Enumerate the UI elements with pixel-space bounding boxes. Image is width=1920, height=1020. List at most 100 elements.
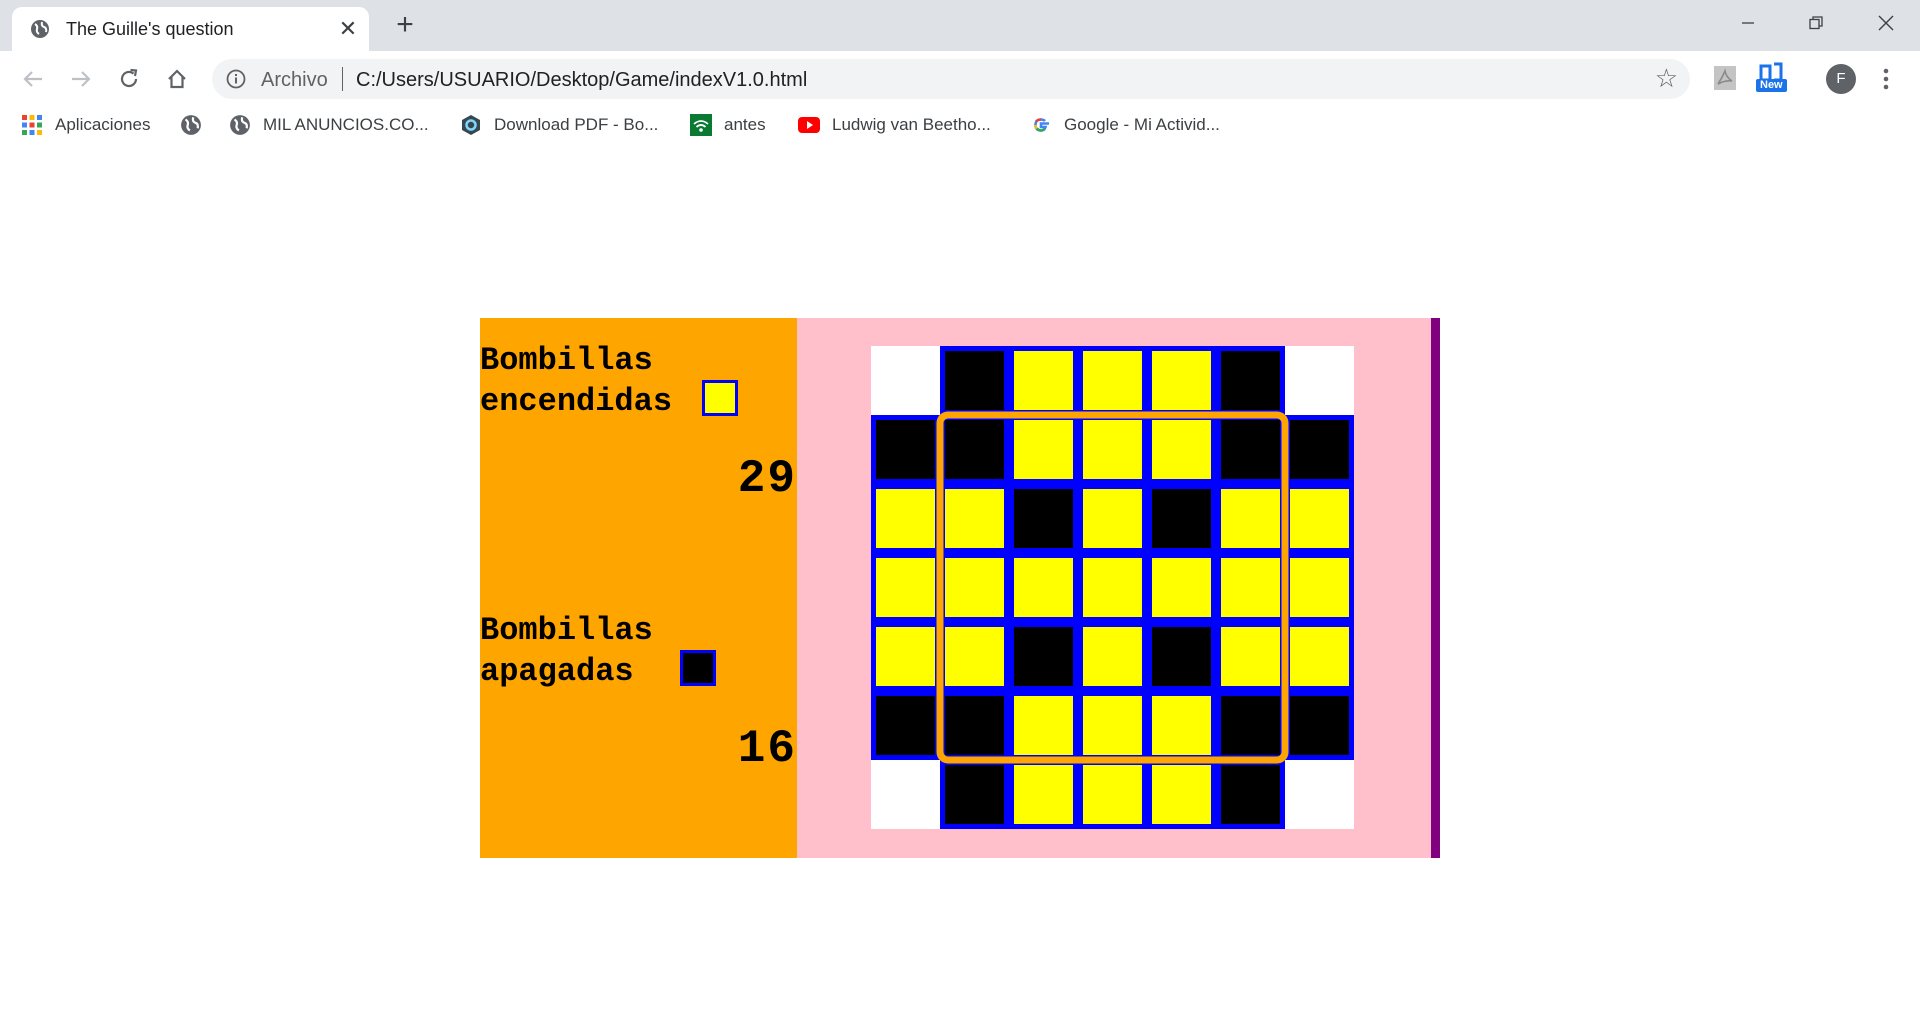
back-arrow-icon bbox=[23, 71, 42, 87]
bulb-lit[interactable] bbox=[876, 489, 935, 548]
bookmark-label: MIL ANUNCIOS.CO... bbox=[263, 115, 429, 134]
bookmark-milanuncios[interactable]: MIL ANUNCIOS.CO... bbox=[229, 112, 429, 138]
back-button[interactable] bbox=[16, 62, 50, 96]
address-url[interactable]: C:/Users/USUARIO/Desktop/Game/indexV1.0.… bbox=[356, 69, 807, 92]
bookmark-globe[interactable] bbox=[180, 112, 214, 138]
bulb-off[interactable] bbox=[876, 696, 935, 755]
bulb-off[interactable] bbox=[945, 420, 1004, 479]
lit-bulbs-count: 29 bbox=[737, 453, 797, 505]
bulb-lit[interactable] bbox=[1152, 765, 1211, 824]
bulb-lit[interactable] bbox=[876, 627, 935, 686]
close-window-button[interactable] bbox=[1862, 8, 1910, 38]
address-separator bbox=[342, 67, 343, 91]
bulb-lit[interactable] bbox=[876, 558, 935, 617]
restore-button[interactable] bbox=[1792, 8, 1840, 38]
apps-grid-icon bbox=[22, 115, 42, 135]
info-icon[interactable] bbox=[226, 69, 246, 89]
bulb-lit[interactable] bbox=[1014, 765, 1073, 824]
bulb-off[interactable] bbox=[1152, 627, 1211, 686]
bulb-lit[interactable] bbox=[945, 489, 1004, 548]
bulb-off[interactable] bbox=[1221, 765, 1280, 824]
bulb-off[interactable] bbox=[1152, 489, 1211, 548]
bulb-lit[interactable] bbox=[945, 627, 1004, 686]
bulb-lit[interactable] bbox=[1290, 558, 1349, 617]
bulb-off[interactable] bbox=[945, 351, 1004, 410]
bulb-lit[interactable] bbox=[1152, 351, 1211, 410]
close-icon[interactable]: ✕ bbox=[335, 16, 361, 42]
reload-button[interactable] bbox=[112, 62, 146, 96]
profile-avatar[interactable]: F bbox=[1826, 64, 1856, 94]
google-icon bbox=[1034, 118, 1049, 132]
bulb-off[interactable] bbox=[945, 765, 1004, 824]
bulb-off[interactable] bbox=[1014, 489, 1073, 548]
bulb-lit[interactable] bbox=[1221, 558, 1280, 617]
browser-toolbar: Archivo C:/Users/USUARIO/Desktop/Game/in… bbox=[0, 51, 1920, 106]
bulb-lit[interactable] bbox=[945, 558, 1004, 617]
bulb-lit[interactable] bbox=[1221, 627, 1280, 686]
home-icon bbox=[168, 69, 186, 89]
bookmark-google-activity[interactable]: Google - Mi Activid... bbox=[1030, 112, 1220, 138]
bookmark-download-pdf[interactable]: Download PDF - Bo... bbox=[460, 112, 658, 138]
board-empty-cell bbox=[1285, 760, 1354, 829]
menu-kebab-icon[interactable] bbox=[1880, 67, 1892, 91]
bulb-off[interactable] bbox=[1221, 696, 1280, 755]
bulb-lit[interactable] bbox=[1014, 558, 1073, 617]
address-bar[interactable]: Archivo C:/Users/USUARIO/Desktop/Game/in… bbox=[212, 59, 1690, 99]
bookmark-star-icon[interactable]: ☆ bbox=[1655, 63, 1678, 94]
light-board[interactable] bbox=[871, 346, 1354, 829]
bulb-lit[interactable] bbox=[1083, 765, 1142, 824]
bulb-lit[interactable] bbox=[1014, 696, 1073, 755]
forward-arrow-icon bbox=[72, 71, 91, 87]
minimize-icon bbox=[1742, 22, 1754, 24]
bookmark-beethoven[interactable]: Ludwig van Beetho... bbox=[798, 112, 991, 138]
bulb-lit[interactable] bbox=[1152, 558, 1211, 617]
bookmark-label: antes bbox=[724, 115, 766, 134]
bulb-off[interactable] bbox=[1221, 420, 1280, 479]
globe-icon bbox=[31, 20, 49, 38]
globe-icon bbox=[181, 115, 201, 135]
bulb-lit[interactable] bbox=[1083, 696, 1142, 755]
board-empty-cell bbox=[871, 760, 940, 829]
close-icon bbox=[1878, 15, 1894, 31]
bulb-off[interactable] bbox=[876, 420, 935, 479]
download-extension[interactable]: New bbox=[1756, 62, 1787, 92]
browser-tab[interactable]: The Guille's question ✕ bbox=[12, 7, 369, 51]
bulb-lit[interactable] bbox=[1083, 351, 1142, 410]
bulb-lit[interactable] bbox=[1083, 627, 1142, 686]
off-bulbs-label: Bombillas apagadas bbox=[480, 612, 653, 690]
bulb-lit[interactable] bbox=[1290, 627, 1349, 686]
wifi-icon bbox=[690, 114, 712, 136]
bulb-off[interactable] bbox=[1221, 351, 1280, 410]
bulb-lit[interactable] bbox=[1014, 351, 1073, 410]
bulb-off[interactable] bbox=[1290, 420, 1349, 479]
bookmark-antes[interactable]: antes bbox=[690, 112, 766, 138]
bulb-lit[interactable] bbox=[1083, 489, 1142, 548]
globe-icon bbox=[230, 115, 250, 135]
forward-button[interactable] bbox=[64, 62, 98, 96]
bulb-lit[interactable] bbox=[1014, 420, 1073, 479]
bookmark-aplicaciones[interactable]: Aplicaciones bbox=[21, 112, 150, 138]
off-bulb-swatch bbox=[680, 650, 716, 686]
bulb-off[interactable] bbox=[1014, 627, 1073, 686]
bulb-lit[interactable] bbox=[1083, 558, 1142, 617]
bookmarks-bar: Aplicaciones MIL ANUNCIOS.CO... Download… bbox=[0, 106, 1920, 144]
board-edge bbox=[1431, 318, 1440, 858]
address-scheme: Archivo bbox=[261, 69, 328, 91]
lit-bulbs-label: Bombillas encendidas bbox=[480, 342, 673, 420]
new-tab-button[interactable]: + bbox=[388, 8, 422, 42]
bulb-lit[interactable] bbox=[1152, 696, 1211, 755]
game-container: Bombillas encendidas 29 Bombillas apagad… bbox=[480, 318, 1440, 858]
bookmark-label: Google - Mi Activid... bbox=[1064, 115, 1220, 134]
score-panel: Bombillas encendidas 29 Bombillas apagad… bbox=[480, 318, 797, 858]
bulb-lit[interactable] bbox=[1221, 489, 1280, 548]
bulb-lit[interactable] bbox=[1152, 420, 1211, 479]
home-button[interactable] bbox=[160, 62, 194, 96]
bulb-lit[interactable] bbox=[1290, 489, 1349, 548]
pdf-extension-icon[interactable] bbox=[1713, 65, 1737, 91]
bulb-lit[interactable] bbox=[1083, 420, 1142, 479]
bulb-off[interactable] bbox=[945, 696, 1004, 755]
lit-bulb-swatch bbox=[702, 380, 738, 416]
extension-new-badge: New bbox=[1756, 79, 1787, 92]
minimize-button[interactable] bbox=[1724, 8, 1772, 38]
bulb-off[interactable] bbox=[1290, 696, 1349, 755]
